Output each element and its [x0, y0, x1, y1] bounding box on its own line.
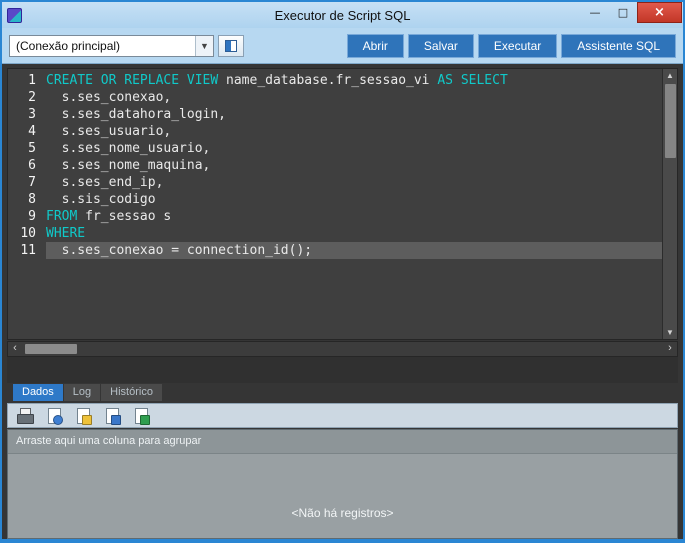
line-number: 8 [8, 191, 46, 208]
sql-assistant-button[interactable]: Assistente SQL [561, 34, 676, 58]
horizontal-scrollbar[interactable]: ‹ › [7, 341, 678, 357]
chevron-down-icon: ▼ [195, 36, 213, 56]
sql-editor[interactable]: 1CREATE OR REPLACE VIEW name_database.fr… [7, 68, 678, 340]
results-grid: Arraste aqui uma coluna para agrupar <Nã… [7, 429, 678, 539]
grid-group-area[interactable]: Arraste aqui uma coluna para agrupar [8, 430, 677, 454]
line-number: 7 [8, 174, 46, 191]
line-code: s.sis_codigo [46, 191, 662, 208]
print-icon-button[interactable] [14, 406, 36, 426]
line-number: 4 [8, 123, 46, 140]
connection-manager-button[interactable] [218, 35, 244, 57]
editor-line[interactable]: 2 s.ses_conexao, [8, 89, 662, 106]
editor-line[interactable]: 4 s.ses_usuario, [8, 123, 662, 140]
connection-select-value: (Conexão principal) [16, 39, 195, 53]
editor-lines[interactable]: 1CREATE OR REPLACE VIEW name_database.fr… [8, 69, 662, 339]
horizontal-scrollbar-thumb[interactable] [25, 344, 77, 354]
execute-button[interactable]: Executar [478, 34, 557, 58]
preview-icon [45, 407, 63, 425]
maximize-button[interactable]: □ [609, 2, 637, 23]
scroll-down-icon[interactable]: ▼ [663, 326, 677, 339]
line-code: s.ses_usuario, [46, 123, 662, 140]
titlebar: Executor de Script SQL — □ × [2, 2, 683, 28]
grid-body: <Não há registros> [8, 454, 677, 538]
line-code: s.ses_conexao, [46, 89, 662, 106]
scroll-up-icon[interactable]: ▲ [663, 69, 677, 82]
open-button[interactable]: Abrir [347, 34, 404, 58]
tab-dados[interactable]: Dados [13, 384, 63, 401]
line-number: 11 [8, 242, 46, 259]
connection-select[interactable]: (Conexão principal) ▼ [9, 35, 214, 57]
app-window: Executor de Script SQL — □ × (Conexão pr… [0, 0, 685, 543]
preview-icon-button[interactable] [43, 406, 65, 426]
vertical-scrollbar[interactable]: ▲ ▼ [662, 69, 677, 339]
line-number: 2 [8, 89, 46, 106]
line-number: 10 [8, 225, 46, 242]
export-excel-icon-button[interactable] [130, 406, 152, 426]
export-icon-button[interactable] [101, 406, 123, 426]
editor-line[interactable]: 8 s.sis_codigo [8, 191, 662, 208]
editor-line[interactable]: 3 s.ses_datahora_login, [8, 106, 662, 123]
tab-log[interactable]: Log [64, 384, 100, 401]
scroll-right-icon[interactable]: › [663, 342, 677, 356]
panel-splitter[interactable] [7, 357, 678, 383]
window-controls: — □ × [581, 2, 682, 23]
line-code: s.ses_nome_usuario, [46, 140, 662, 157]
line-number: 9 [8, 208, 46, 225]
export-excel-icon [132, 407, 150, 425]
line-number: 3 [8, 106, 46, 123]
editor-line[interactable]: 5 s.ses_nome_usuario, [8, 140, 662, 157]
editor-line[interactable]: 7 s.ses_end_ip, [8, 174, 662, 191]
edit-icon [74, 407, 92, 425]
database-icon [225, 40, 237, 52]
line-code: CREATE OR REPLACE VIEW name_database.fr_… [46, 72, 662, 89]
editor-line[interactable]: 11 s.ses_conexao = connection_id(); [8, 242, 662, 259]
save-button[interactable]: Salvar [408, 34, 474, 58]
editor-line[interactable]: 9FROM fr_sessao s [8, 208, 662, 225]
results-tabs: DadosLogHistórico [7, 383, 678, 401]
line-code: s.ses_conexao = connection_id(); [46, 242, 662, 259]
minimize-button[interactable]: — [581, 2, 609, 23]
line-number: 5 [8, 140, 46, 157]
scroll-left-icon[interactable]: ‹ [8, 342, 22, 356]
content-area: 1CREATE OR REPLACE VIEW name_database.fr… [2, 64, 683, 539]
line-code: s.ses_datahora_login, [46, 106, 662, 123]
grid-empty-text: <Não há registros> [8, 506, 677, 520]
line-code: WHERE [46, 225, 662, 242]
line-code: s.ses_end_ip, [46, 174, 662, 191]
editor-line[interactable]: 6 s.ses_nome_maquina, [8, 157, 662, 174]
main-toolbar: (Conexão principal) ▼ Abrir Salvar Execu… [2, 28, 683, 64]
vertical-scrollbar-thumb[interactable] [665, 84, 676, 158]
line-number: 1 [8, 72, 46, 89]
editor-line[interactable]: 1CREATE OR REPLACE VIEW name_database.fr… [8, 72, 662, 89]
line-code: FROM fr_sessao s [46, 208, 662, 225]
export-icon [103, 407, 121, 425]
edit-icon-button[interactable] [72, 406, 94, 426]
line-code: s.ses_nome_maquina, [46, 157, 662, 174]
line-number: 6 [8, 157, 46, 174]
editor-line[interactable]: 10WHERE [8, 225, 662, 242]
grid-icon-toolbar [7, 403, 678, 428]
tab-historico[interactable]: Histórico [101, 384, 162, 401]
close-button[interactable]: × [637, 2, 682, 23]
print-icon [16, 407, 34, 425]
